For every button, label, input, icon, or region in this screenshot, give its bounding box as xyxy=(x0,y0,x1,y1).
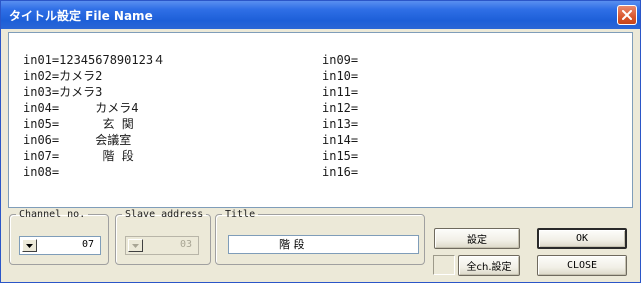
channel-group-label: Channel no. xyxy=(19,209,86,220)
window-title: タイトル設定 File Name xyxy=(9,9,153,23)
channel-select[interactable]: 07 xyxy=(19,236,101,255)
title-group-label: Title xyxy=(225,209,256,220)
ok-button[interactable]: OK xyxy=(537,228,627,249)
titles-column-left: in01=1234567890123４ in02=カメラ2 in03=カメラ3 … xyxy=(23,52,165,180)
title-row-in13[interactable]: in13= xyxy=(322,116,358,132)
title-row-in16[interactable]: in16= xyxy=(322,164,358,180)
title-row-in04[interactable]: in04= カメラ4 xyxy=(23,100,165,116)
title-row-in14[interactable]: in14= xyxy=(322,132,358,148)
set-button[interactable]: 設定 xyxy=(434,228,520,249)
title-group: Title 階 段 xyxy=(215,209,425,265)
title-settings-window: タイトル設定 File Name in01=1234567890123４ in0… xyxy=(0,0,641,283)
channel-dropdown-button[interactable] xyxy=(22,239,37,252)
close-button[interactable]: CLOSE xyxy=(537,255,627,276)
title-input[interactable]: 階 段 xyxy=(228,235,419,254)
channel-title-list[interactable]: in01=1234567890123４ in02=カメラ2 in03=カメラ3 … xyxy=(8,32,633,208)
channel-value: 07 xyxy=(81,239,94,250)
title-row-in07[interactable]: in07= 階 段 xyxy=(23,148,165,164)
slave-address-group: Slave address 03 xyxy=(115,209,211,265)
all-channel-set-button[interactable]: 全ch.設定 xyxy=(458,255,520,276)
chevron-down-icon xyxy=(26,243,33,248)
title-row-in02[interactable]: in02=カメラ2 xyxy=(23,68,165,84)
title-row-in10[interactable]: in10= xyxy=(322,68,358,84)
settings-panel: Channel no. 07 Slave address 03 Title 階 … xyxy=(1,209,640,282)
slave-address-label: Slave address xyxy=(125,209,204,220)
title-row-in15[interactable]: in15= xyxy=(322,148,358,164)
titles-column-right: in09= in10= in11= in12= in13= in14= in15… xyxy=(322,52,358,180)
window-close-button[interactable] xyxy=(617,5,637,25)
slave-address-select: 03 xyxy=(125,236,199,255)
close-icon xyxy=(622,10,632,20)
title-row-in06[interactable]: in06= 会議室 xyxy=(23,132,165,148)
slave-address-dropdown-button xyxy=(128,239,143,252)
title-bar[interactable]: タイトル設定 File Name xyxy=(1,1,640,29)
title-row-in03[interactable]: in03=カメラ3 xyxy=(23,84,165,100)
title-row-in09[interactable]: in09= xyxy=(322,52,358,68)
title-row-in05[interactable]: in05= 玄 関 xyxy=(23,116,165,132)
title-row-in12[interactable]: in12= xyxy=(322,100,358,116)
chevron-down-icon xyxy=(132,243,139,248)
channel-group: Channel no. 07 xyxy=(9,209,109,265)
slave-address-value: 03 xyxy=(179,239,192,250)
checkbox-frame xyxy=(433,255,455,275)
title-row-in11[interactable]: in11= xyxy=(322,84,358,100)
title-row-in08[interactable]: in08= xyxy=(23,164,165,180)
title-row-in01[interactable]: in01=1234567890123４ xyxy=(23,52,165,68)
